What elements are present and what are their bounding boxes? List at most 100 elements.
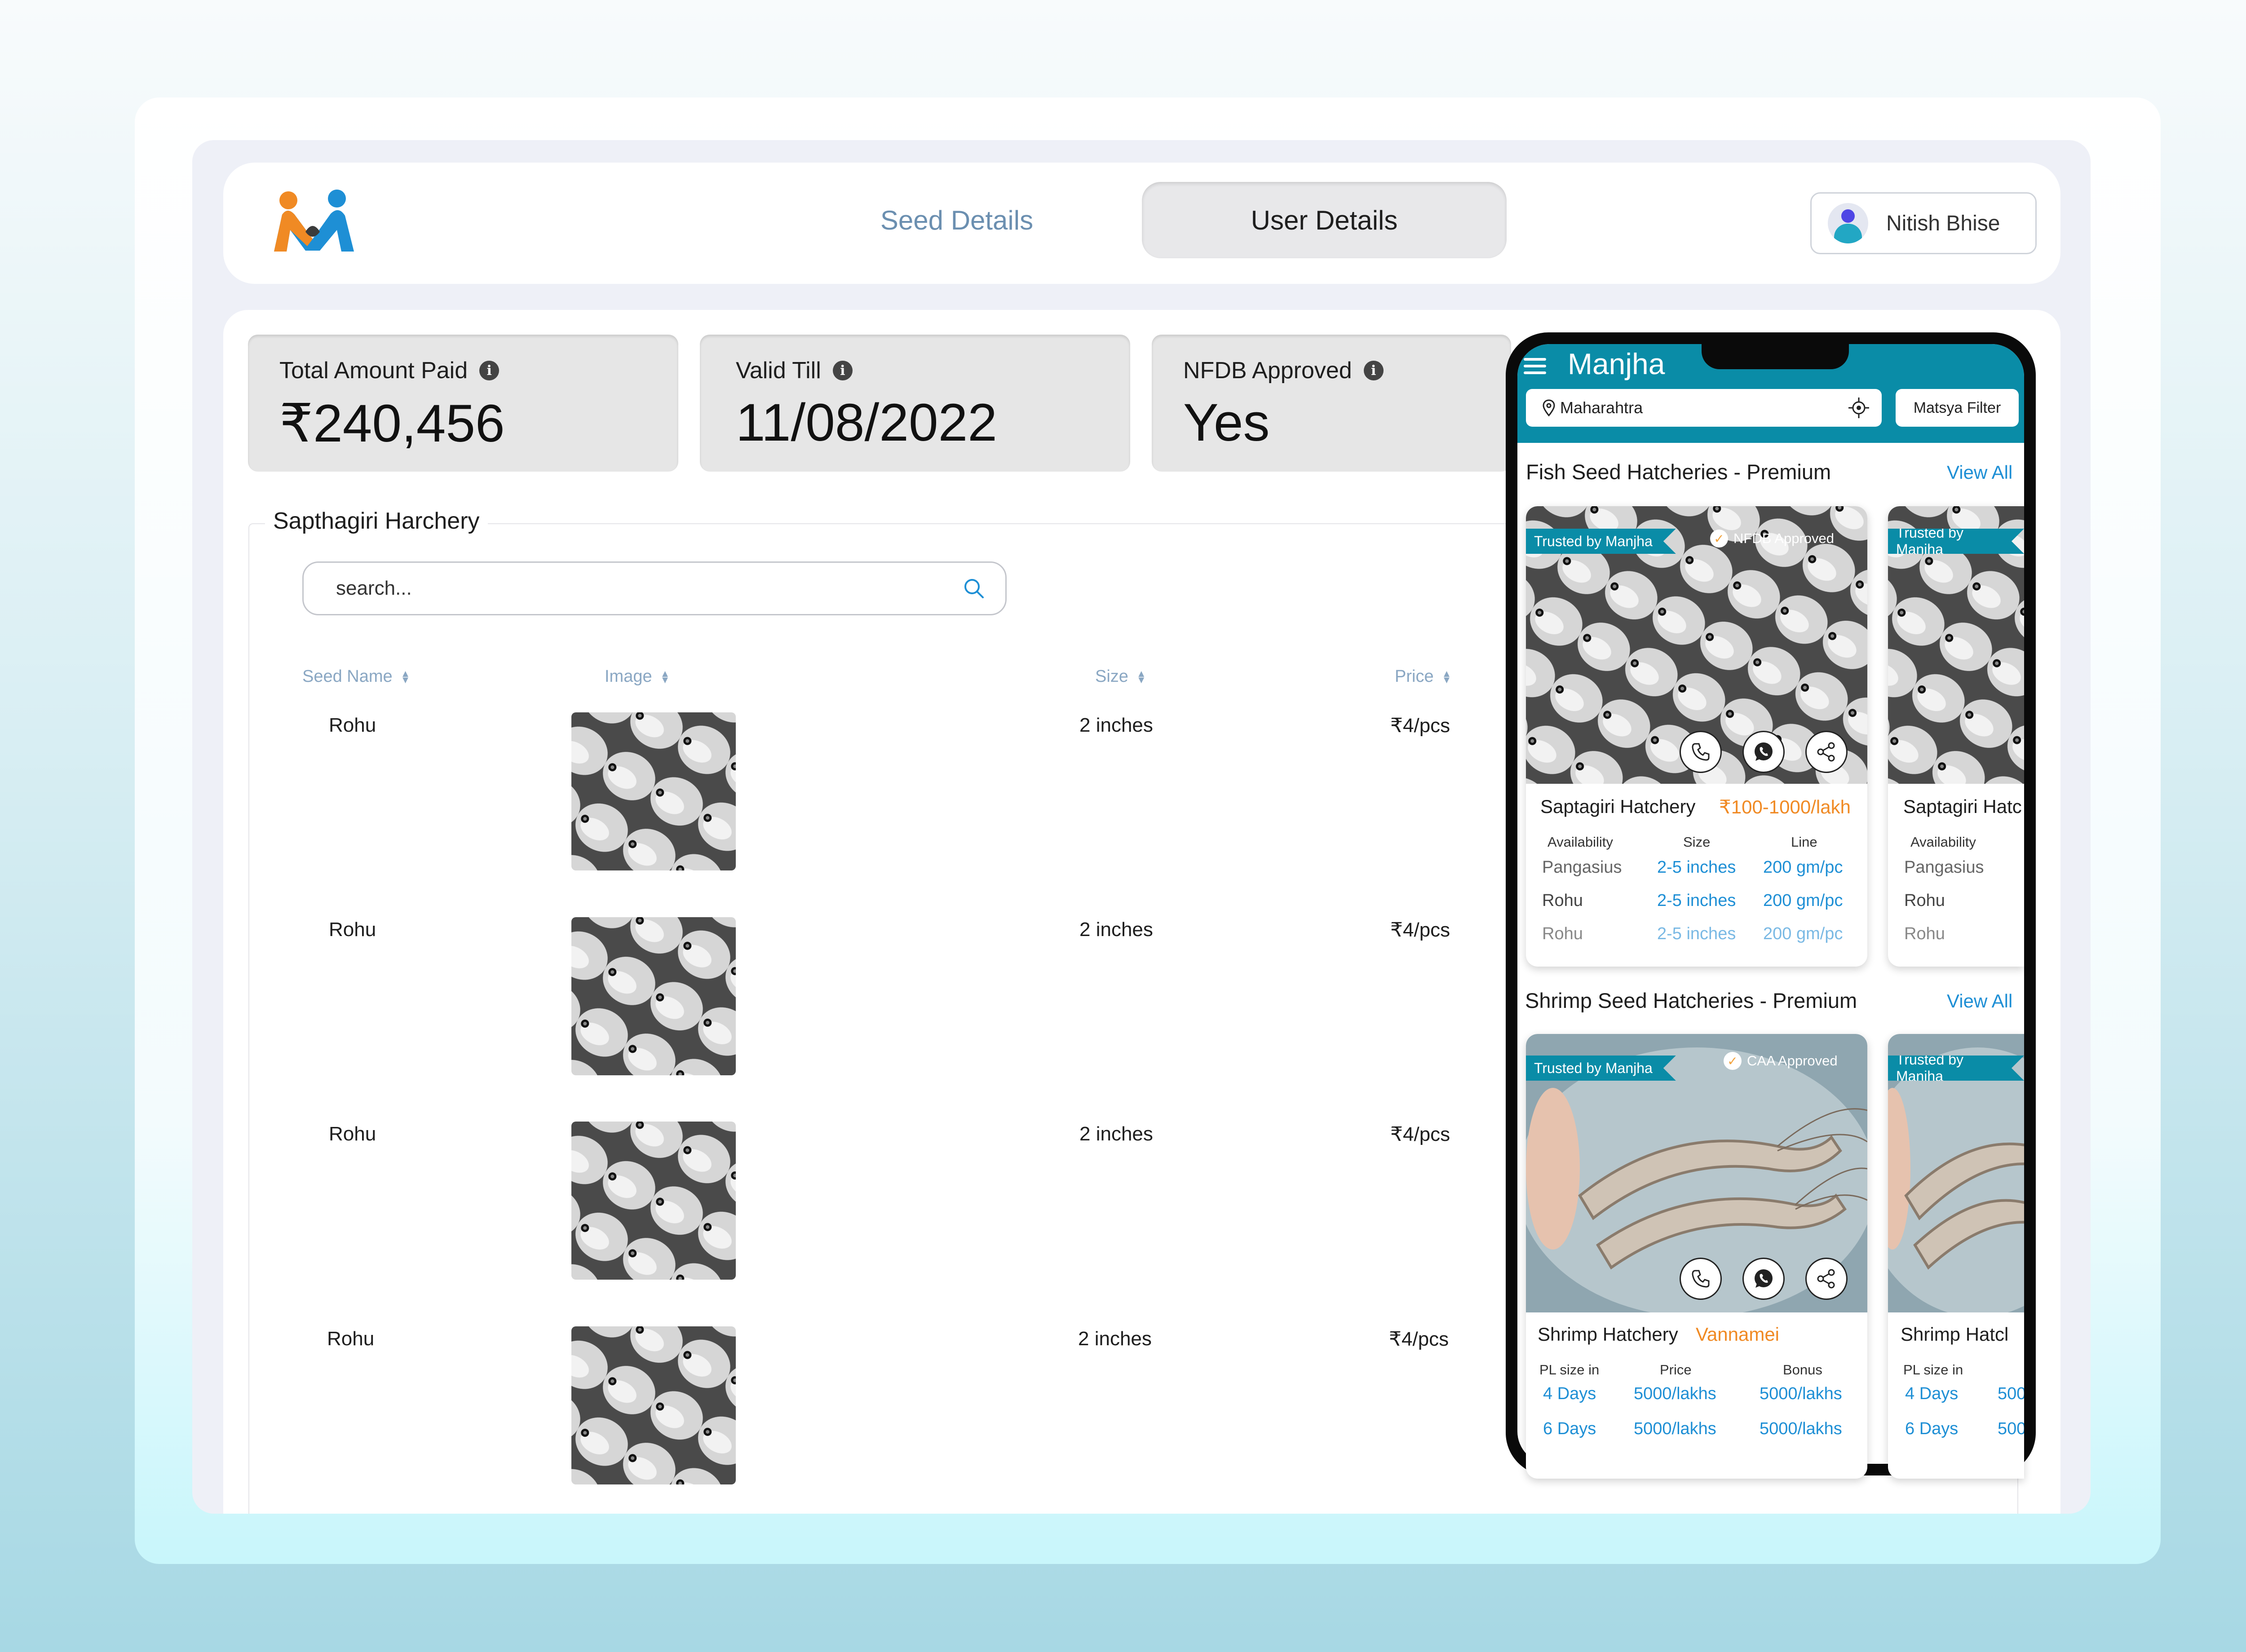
matsya-filter-button[interactable]: Matsya Filter (1896, 389, 2019, 427)
availability-cell: Rohu (1542, 924, 1583, 943)
size-cell: 2-5 inches (1657, 891, 1736, 910)
stat-label: Total Amount Paid (279, 358, 468, 384)
column-header-image[interactable]: Image ▲ ▼ (605, 667, 670, 686)
col-size: Size (1683, 834, 1711, 850)
price-cell: 500 (1998, 1419, 2024, 1438)
fish-view-all-link[interactable]: View All (1947, 462, 2012, 483)
tab-seed-details[interactable]: Seed Details (844, 182, 1069, 258)
row-size: 2 inches (1079, 1123, 1153, 1145)
phone-notch (1702, 332, 1849, 369)
row-seed-name: Rohu (329, 919, 376, 941)
info-icon[interactable]: i (479, 361, 500, 380)
availability-cell: Rohu (1542, 891, 1583, 910)
col-line: Line (1791, 834, 1817, 850)
sort-icon[interactable]: ▲ ▼ (1442, 668, 1452, 685)
info-icon[interactable]: i (832, 361, 853, 380)
fish-section-title: Fish Seed Hatcheries - Premium (1526, 460, 1831, 484)
pl-size-cell: 6 Days (1905, 1419, 1959, 1438)
col-availability: Availability (1910, 834, 1976, 850)
nfdb-badge: ✓ NFDB Approved (1710, 530, 1834, 548)
tab-user-details[interactable]: User Details (1142, 182, 1507, 258)
row-size: 2 inches (1079, 919, 1153, 941)
trusted-ribbon: Trusted by Manjha (1526, 529, 1676, 554)
seed-image (571, 1122, 736, 1280)
stat-total-amount: Total Amount Paid i ₹240,456 (248, 335, 678, 472)
hatchery-name: Saptagiri Hatc (1903, 796, 2022, 817)
seed-image (571, 712, 736, 870)
sort-icon[interactable]: ▲ ▼ (401, 668, 411, 685)
shrimp-hatchery-card[interactable]: Trusted by Manjha ✓ CAA Approved Shrimp H… (1526, 1034, 1867, 1479)
row-price: ₹4/pcs (1390, 715, 1450, 737)
stat-label: NFDB Approved (1183, 358, 1352, 384)
availability-cell: Pangasius (1904, 858, 1984, 877)
line-cell: 200 gm/pc (1763, 858, 1843, 877)
line-cell: 200 gm/pc (1763, 891, 1843, 910)
pl-size-cell: 6 Days (1543, 1419, 1596, 1438)
search-box[interactable] (302, 561, 1007, 615)
row-price: ₹4/pcs (1390, 1123, 1450, 1145)
price-cell: 5000/lakhs (1634, 1419, 1716, 1438)
price-cell: 500 (1998, 1384, 2024, 1403)
size-cell: 2-5 inches (1657, 858, 1736, 877)
whatsapp-icon[interactable] (1742, 731, 1785, 773)
menu-icon[interactable] (1524, 358, 1546, 374)
location-field[interactable]: Maharahtra (1526, 389, 1882, 427)
location-pin-icon (1543, 399, 1555, 416)
info-icon[interactable]: i (1363, 361, 1384, 380)
user-name: Nitish Bhise (1886, 211, 2000, 235)
check-badge-icon: ✓ (1724, 1052, 1742, 1070)
whatsapp-icon[interactable] (1742, 1258, 1785, 1300)
stat-value: ₹240,456 (279, 394, 505, 453)
caa-badge: ✓ CAA Approved (1724, 1052, 1838, 1070)
row-size: 2 inches (1078, 1328, 1152, 1350)
gps-target-icon[interactable] (1848, 397, 1870, 419)
user-profile-button[interactable]: Nitish Bhise (1810, 192, 2037, 254)
panel-title: Sapthagiri Harchery (265, 508, 488, 534)
row-price: ₹4/pcs (1389, 1328, 1449, 1350)
phone-call-icon[interactable] (1680, 731, 1722, 773)
stat-valid-till: Valid Till i 11/08/2022 (700, 335, 1130, 472)
pl-size-cell: 4 Days (1905, 1384, 1959, 1403)
shrimp-view-all-link[interactable]: View All (1947, 990, 2012, 1012)
column-header-price[interactable]: Price ▲ ▼ (1395, 667, 1451, 686)
availability-cell: Rohu (1904, 891, 1945, 910)
card-actions (1680, 1258, 1848, 1300)
shrimp-hatchery-card-2[interactable]: Trusted by Manjha Shrimp Hatcl PL size i… (1888, 1034, 2024, 1479)
line-cell: 200 gm/pc (1763, 924, 1843, 943)
bonus-cell: 5000/lakhs (1760, 1384, 1842, 1403)
location-text: Maharahtra (1560, 398, 1643, 417)
manjha-logo[interactable] (270, 189, 359, 256)
trusted-ribbon: Trusted by Manjha (1888, 1056, 2024, 1081)
availability-cell: Rohu (1904, 924, 1945, 943)
app-name: Manjha (1568, 347, 1665, 380)
search-input[interactable] (336, 577, 962, 600)
stat-value: Yes (1183, 393, 1270, 452)
shrimp-section-title: Shrimp Seed Hatcheries - Premium (1525, 989, 1857, 1012)
search-icon[interactable] (962, 577, 986, 600)
bonus-cell: 5000/lakhs (1760, 1419, 1842, 1438)
trusted-ribbon: Trusted by Manjha (1888, 529, 2024, 554)
column-header-size[interactable]: Size ▲ ▼ (1095, 667, 1146, 686)
hatchery-name: Shrimp Hatcl (1901, 1324, 2009, 1345)
user-avatar-icon (1828, 203, 1868, 243)
fish-hatchery-card-2[interactable]: Trusted by Manjha Saptagiri Hatc Availab… (1888, 506, 2024, 967)
seed-image (571, 1326, 736, 1484)
sort-icon[interactable]: ▲ ▼ (1136, 668, 1146, 685)
row-seed-name: Rohu (329, 1123, 376, 1145)
col-bonus: Bonus (1783, 1362, 1822, 1378)
hatchery-name: Saptagiri Hatchery (1540, 796, 1696, 817)
fish-hatchery-card[interactable]: Trusted by Manjha ✓ NFDB Approved Saptagi… (1526, 506, 1867, 967)
row-seed-name: Rohu (329, 714, 376, 736)
row-price: ₹4/pcs (1390, 919, 1450, 941)
stat-value: 11/08/2022 (736, 393, 997, 452)
col-availability: Availability (1547, 834, 1613, 850)
card-actions (1680, 731, 1848, 773)
col-pl-size: PL size in (1903, 1362, 1963, 1378)
share-icon[interactable] (1805, 1258, 1848, 1300)
share-icon[interactable] (1805, 731, 1848, 773)
phone-call-icon[interactable] (1680, 1258, 1722, 1300)
col-price: Price (1660, 1362, 1692, 1378)
sort-icon[interactable]: ▲ ▼ (660, 668, 670, 685)
stat-label: Valid Till (736, 358, 821, 384)
column-header-seed-name[interactable]: Seed Name ▲ ▼ (302, 667, 410, 686)
